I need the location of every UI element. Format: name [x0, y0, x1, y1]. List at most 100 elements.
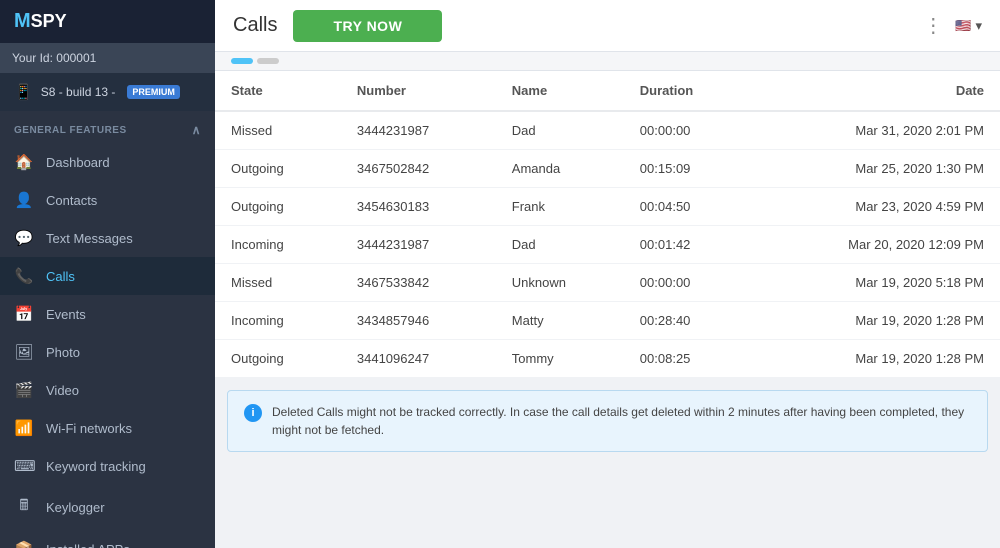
calls-table-card: State Number Name Duration Date Missed34… — [215, 71, 1000, 378]
logo: mSPY — [14, 10, 67, 33]
table-body: Missed3444231987Dad00:00:00Mar 31, 2020 … — [215, 111, 1000, 378]
table-row: Missed3444231987Dad00:00:00Mar 31, 2020 … — [215, 111, 1000, 150]
cell-name: Dad — [496, 111, 624, 150]
header-row: State Number Name Duration Date — [215, 71, 1000, 111]
cell-state: Outgoing — [215, 188, 341, 226]
sidebar-item-label: Events — [46, 307, 86, 322]
device-icon: 📱 — [14, 83, 33, 101]
content-area: State Number Name Duration Date Missed34… — [215, 52, 1000, 548]
device-bar: 📱 S8 - build 13 - PREMIUM — [0, 73, 215, 111]
table-row: Incoming3434857946Matty00:28:40Mar 19, 2… — [215, 302, 1000, 340]
col-name: Name — [496, 71, 624, 111]
col-date: Date — [751, 71, 1000, 111]
dashboard-icon: 🏠 — [14, 153, 34, 171]
col-state: State — [215, 71, 341, 111]
cell-name: Unknown — [496, 264, 624, 302]
table-row: Outgoing3467502842Amanda00:15:09Mar 25, … — [215, 150, 1000, 188]
table-row: Outgoing3454630183Frank00:04:50Mar 23, 2… — [215, 188, 1000, 226]
cell-number: 3441096247 — [341, 340, 496, 378]
text-messages-icon: 💬 — [14, 229, 34, 247]
sidebar-item-text-messages[interactable]: 💬 Text Messages — [0, 219, 215, 257]
sidebar-item-keyword-tracking[interactable]: ⌨ Keyword tracking — [0, 447, 215, 485]
logo-spy: SPY — [31, 11, 67, 31]
collapse-icon[interactable]: ∧ — [192, 123, 201, 137]
main-content: Calls TRY NOW ⋮ 🇺🇸 ▾ State Nu — [215, 0, 1000, 548]
scroll-dots — [231, 58, 279, 64]
general-features-label: GENERAL FEATURES — [14, 125, 127, 136]
language-selector[interactable]: 🇺🇸 ▾ — [955, 18, 982, 34]
general-features-section: GENERAL FEATURES ∧ — [0, 111, 215, 143]
cell-duration: 00:08:25 — [624, 340, 751, 378]
cell-number: 3467533842 — [341, 264, 496, 302]
keylogger-icon: 🖩 — [14, 495, 34, 520]
cell-duration: 00:01:42 — [624, 226, 751, 264]
cell-number: 3467502842 — [341, 150, 496, 188]
cell-duration: 00:28:40 — [624, 302, 751, 340]
cell-state: Missed — [215, 264, 341, 302]
photo-icon: 🖼 — [14, 343, 34, 361]
cell-number: 3444231987 — [341, 111, 496, 150]
logo-bar: mSPY — [0, 0, 215, 43]
cell-state: Outgoing — [215, 340, 341, 378]
page-title: Calls — [233, 14, 277, 37]
col-number: Number — [341, 71, 496, 111]
cell-date: Mar 19, 2020 5:18 PM — [751, 264, 1000, 302]
sidebar-item-video[interactable]: 🎬 Video — [0, 371, 215, 409]
cell-number: 3434857946 — [341, 302, 496, 340]
cell-duration: 00:00:00 — [624, 111, 751, 150]
table-row: Incoming3444231987Dad00:01:42Mar 20, 202… — [215, 226, 1000, 264]
sidebar-item-label: Keyword tracking — [46, 459, 146, 474]
sidebar-item-wifi[interactable]: 📶 Wi-Fi networks — [0, 409, 215, 447]
device-label: S8 - build 13 - — [41, 85, 116, 99]
cell-duration: 00:00:00 — [624, 264, 751, 302]
scroll-dot-2 — [257, 58, 279, 64]
cell-state: Missed — [215, 111, 341, 150]
cell-date: Mar 23, 2020 4:59 PM — [751, 188, 1000, 226]
table-header: State Number Name Duration Date — [215, 71, 1000, 111]
contacts-icon: 👤 — [14, 191, 34, 209]
cell-date: Mar 20, 2020 12:09 PM — [751, 226, 1000, 264]
info-text: Deleted Calls might not be tracked corre… — [272, 403, 971, 439]
cell-date: Mar 25, 2020 1:30 PM — [751, 150, 1000, 188]
cell-name: Amanda — [496, 150, 624, 188]
cell-name: Matty — [496, 302, 624, 340]
info-box: i Deleted Calls might not be tracked cor… — [227, 390, 988, 452]
cell-duration: 00:04:50 — [624, 188, 751, 226]
keyword-icon: ⌨ — [14, 457, 34, 475]
sidebar-item-dashboard[interactable]: 🏠 Dashboard — [0, 143, 215, 181]
sidebar-item-label: Video — [46, 383, 79, 398]
cell-name: Frank — [496, 188, 624, 226]
more-options-icon[interactable]: ⋮ — [923, 13, 943, 38]
sidebar-item-label: Photo — [46, 345, 80, 360]
sidebar-item-label: Installed APPs — [46, 542, 130, 548]
flag-icon: 🇺🇸 — [955, 18, 971, 34]
sidebar-item-keylogger[interactable]: 🖩 Keylogger — [0, 485, 215, 530]
cell-state: Incoming — [215, 226, 341, 264]
cell-number: 3444231987 — [341, 226, 496, 264]
cell-duration: 00:15:09 — [624, 150, 751, 188]
cell-state: Outgoing — [215, 150, 341, 188]
installed-apps-icon: 📦 — [14, 540, 34, 548]
sidebar-item-events[interactable]: 📅 Events — [0, 295, 215, 333]
user-id-value: 000001 — [56, 51, 96, 65]
cell-name: Dad — [496, 226, 624, 264]
sidebar-item-photo[interactable]: 🖼 Photo — [0, 333, 215, 371]
sidebar-item-calls[interactable]: 📞 Calls — [0, 257, 215, 295]
info-icon: i — [244, 404, 262, 422]
table-row: Outgoing3441096247Tommy00:08:25Mar 19, 2… — [215, 340, 1000, 378]
calls-table: State Number Name Duration Date Missed34… — [215, 71, 1000, 378]
table-row: Missed3467533842Unknown00:00:00Mar 19, 2… — [215, 264, 1000, 302]
calls-icon: 📞 — [14, 267, 34, 285]
sidebar-item-label: Contacts — [46, 193, 97, 208]
sidebar-item-installed-apps[interactable]: 📦 Installed APPs — [0, 530, 215, 548]
cell-name: Tommy — [496, 340, 624, 378]
video-icon: 🎬 — [14, 381, 34, 399]
sidebar-item-label: Text Messages — [46, 231, 133, 246]
try-now-button[interactable]: TRY NOW — [293, 10, 442, 42]
scroll-indicator — [215, 52, 1000, 71]
sidebar: mSPY Your Id: 000001 📱 S8 - build 13 - P… — [0, 0, 215, 548]
sidebar-item-contacts[interactable]: 👤 Contacts — [0, 181, 215, 219]
user-id-label: Your Id: — [12, 51, 53, 65]
cell-date: Mar 19, 2020 1:28 PM — [751, 302, 1000, 340]
sidebar-item-label: Keylogger — [46, 500, 105, 515]
